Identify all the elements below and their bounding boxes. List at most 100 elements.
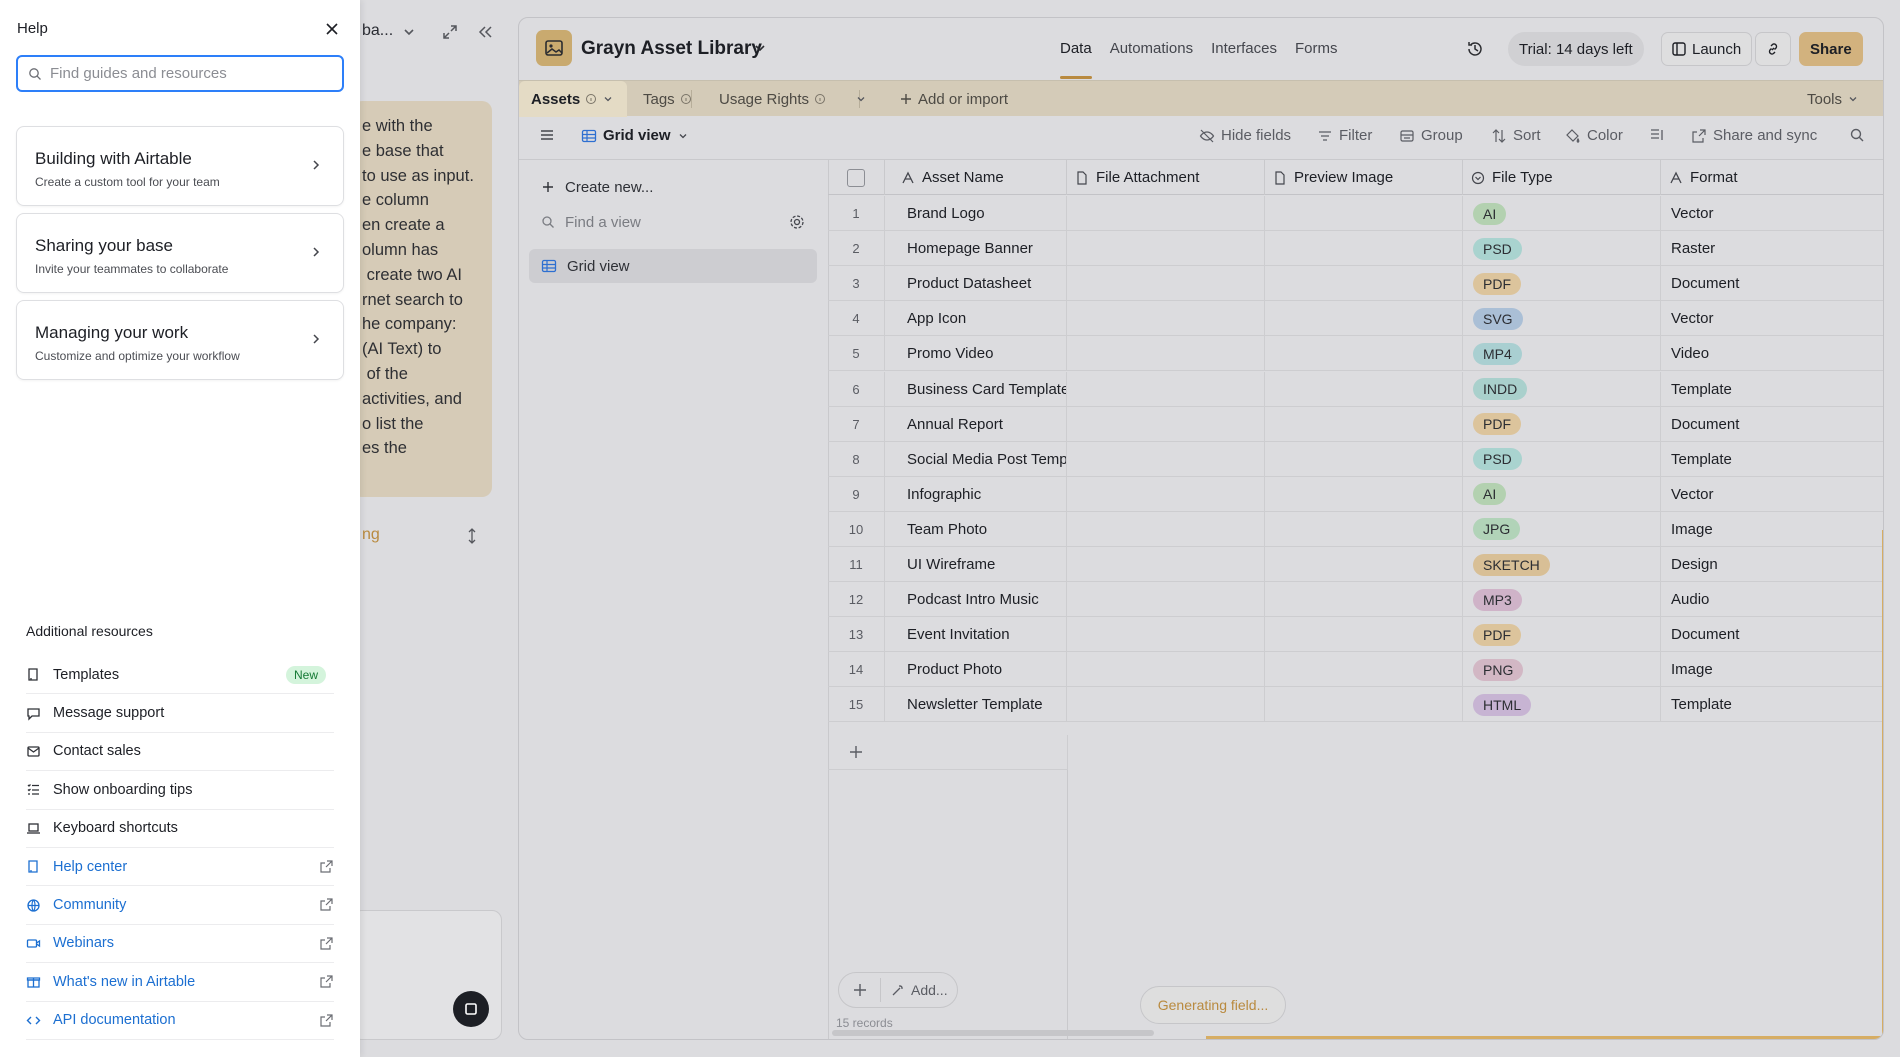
row-number[interactable]: 3 (828, 266, 885, 302)
row-number[interactable]: 7 (828, 406, 885, 442)
asset-name-cell[interactable]: Brand Logo (885, 196, 1067, 231)
format-cell[interactable]: Template (1661, 372, 1883, 407)
select-all-cell[interactable] (828, 160, 885, 195)
asset-name-cell[interactable]: Team Photo (885, 511, 1067, 547)
preview-image-cell[interactable] (1265, 476, 1463, 512)
column-asset-name[interactable]: Asset Name (885, 160, 1067, 195)
hide-fields-button[interactable]: Hide fields (1199, 127, 1291, 144)
resize-icon[interactable] (467, 528, 477, 544)
share-and-sync-button[interactable]: Share and sync (1691, 127, 1817, 144)
file-attachment-cell[interactable] (1067, 371, 1265, 407)
history-icon[interactable] (1465, 39, 1485, 59)
asset-name-cell[interactable]: Business Card Template (885, 371, 1067, 407)
tab-assets[interactable]: Assets (519, 81, 627, 117)
asset-name-cell[interactable]: Annual Report (885, 406, 1067, 442)
row-number[interactable]: 5 (828, 336, 885, 372)
table-row[interactable]: 7 Annual Report PDF Document (828, 406, 1883, 442)
base-title[interactable]: Grayn Asset Library (581, 38, 762, 60)
guide-card-building[interactable]: Building with Airtable Create a custom t… (16, 126, 344, 206)
resource-item-what-s-new-in-airtable[interactable]: What's new in Airtable (26, 963, 334, 1002)
table-row[interactable]: 14 Product Photo PNG Image (828, 652, 1883, 688)
nav-forms[interactable]: Forms (1295, 40, 1338, 57)
file-attachment-cell[interactable] (1067, 406, 1265, 442)
add-row-button[interactable] (828, 735, 1068, 770)
menu-icon[interactable] (539, 127, 555, 143)
resource-item-message-support[interactable]: Message support (26, 694, 334, 733)
guide-card-managing[interactable]: Managing your work Customize and optimiz… (16, 300, 344, 380)
stop-button[interactable] (453, 991, 489, 1027)
file-attachment-cell[interactable] (1067, 476, 1265, 512)
color-button[interactable]: Color (1565, 127, 1623, 144)
format-cell[interactable]: Document (1661, 617, 1883, 652)
select-all-checkbox[interactable] (847, 168, 865, 187)
file-type-cell[interactable]: PDF (1463, 266, 1661, 302)
file-attachment-cell[interactable] (1067, 336, 1265, 372)
ai-add-button[interactable]: Add... (881, 982, 948, 998)
view-switcher[interactable]: Grid view (581, 127, 689, 144)
preview-image-cell[interactable] (1265, 511, 1463, 547)
row-number[interactable]: 11 (828, 547, 885, 582)
format-cell[interactable]: Raster (1661, 231, 1883, 266)
file-type-cell[interactable]: SVG (1463, 301, 1661, 337)
expand-icon[interactable] (441, 23, 459, 41)
chevron-down-icon[interactable] (753, 41, 767, 55)
resource-item-keyboard-shortcuts[interactable]: Keyboard shortcuts (26, 810, 334, 848)
table-row[interactable]: 12 Podcast Intro Music MP3 Audio (828, 582, 1883, 618)
copy-link-button[interactable] (1755, 32, 1791, 66)
column-preview-image[interactable]: Preview Image (1265, 160, 1463, 195)
file-attachment-cell[interactable] (1067, 687, 1265, 723)
resource-item-community[interactable]: Community (26, 886, 334, 925)
asset-name-cell[interactable]: Product Photo (885, 652, 1067, 688)
file-attachment-cell[interactable] (1067, 196, 1265, 231)
file-type-cell[interactable]: JPG (1463, 511, 1661, 547)
column-file-type[interactable]: File Type (1463, 160, 1661, 195)
format-cell[interactable]: Vector (1661, 477, 1883, 512)
help-search-field[interactable] (16, 55, 344, 92)
format-cell[interactable]: Image (1661, 512, 1883, 547)
file-type-cell[interactable]: PNG (1463, 652, 1661, 688)
column-format[interactable]: Format (1661, 160, 1883, 195)
preview-image-cell[interactable] (1265, 582, 1463, 618)
file-attachment-cell[interactable] (1067, 441, 1265, 477)
row-number[interactable]: 12 (828, 582, 885, 618)
asset-name-cell[interactable]: Newsletter Template (885, 687, 1067, 723)
view-item-grid-view[interactable]: Grid view (529, 249, 817, 283)
table-row[interactable]: 9 Infographic AI Vector (828, 476, 1883, 512)
nav-data[interactable]: Data (1060, 40, 1092, 79)
row-number[interactable]: 13 (828, 617, 885, 653)
preview-image-cell[interactable] (1265, 547, 1463, 582)
table-row[interactable]: 15 Newsletter Template HTML Template (828, 687, 1883, 723)
format-cell[interactable]: Audio (1661, 582, 1883, 617)
preview-image-cell[interactable] (1265, 231, 1463, 267)
format-cell[interactable]: Template (1661, 442, 1883, 477)
preview-image-cell[interactable] (1265, 441, 1463, 477)
row-number[interactable]: 1 (828, 196, 885, 231)
table-row[interactable]: 5 Promo Video MP4 Video (828, 336, 1883, 372)
format-cell[interactable]: Vector (1661, 196, 1883, 231)
table-row[interactable]: 8Social Media Post Template PSD Template (828, 441, 1883, 477)
asset-name-cell[interactable]: Podcast Intro Music (885, 582, 1067, 618)
asset-name-cell[interactable]: Product Datasheet (885, 266, 1067, 302)
row-height-button[interactable] (1649, 127, 1665, 143)
file-attachment-cell[interactable] (1067, 231, 1265, 267)
format-cell[interactable]: Image (1661, 652, 1883, 687)
file-attachment-cell[interactable] (1067, 301, 1265, 337)
file-attachment-cell[interactable] (1067, 582, 1265, 618)
nav-automations[interactable]: Automations (1110, 40, 1193, 57)
table-row[interactable]: 11 UI Wireframe SKETCH Design (828, 547, 1883, 582)
resource-item-show-onboarding-tips[interactable]: Show onboarding tips (26, 771, 334, 810)
format-cell[interactable]: Document (1661, 266, 1883, 301)
share-button[interactable]: Share (1799, 32, 1863, 66)
row-number[interactable]: 15 (828, 687, 885, 723)
file-attachment-cell[interactable] (1067, 617, 1265, 653)
row-number[interactable]: 10 (828, 511, 885, 547)
file-type-cell[interactable]: PDF (1463, 617, 1661, 653)
row-number[interactable]: 8 (828, 441, 885, 477)
file-attachment-cell[interactable] (1067, 547, 1265, 582)
tab-tags[interactable]: Tags (643, 81, 692, 117)
add-or-import-button[interactable]: Add or import (899, 81, 1008, 117)
preview-image-cell[interactable] (1265, 652, 1463, 688)
preview-image-cell[interactable] (1265, 266, 1463, 302)
find-view-input[interactable]: Find a view (529, 205, 817, 239)
file-type-cell[interactable]: PSD (1463, 441, 1661, 477)
